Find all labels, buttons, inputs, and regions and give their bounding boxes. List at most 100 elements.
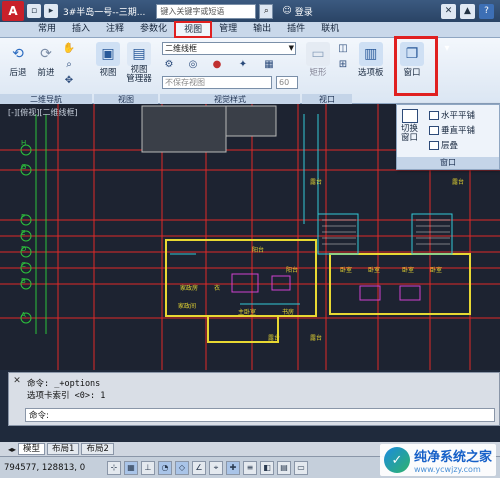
pan-icon[interactable]: ✋ (62, 42, 76, 56)
svg-text:主卧室: 主卧室 (238, 308, 256, 316)
otrack-icon[interactable]: ∠ (192, 460, 206, 475)
dyn-icon[interactable]: ✚ (226, 460, 240, 475)
tab-layout1[interactable]: 布局1 (47, 443, 80, 455)
tab-scroll-icon[interactable]: ◂▸ (8, 445, 16, 454)
cascade-label: 层叠 (441, 141, 459, 151)
tab-output[interactable]: 输出 (245, 22, 279, 37)
view-manager-button[interactable]: ▤ 视图 管理器 (124, 42, 154, 84)
unsaved-view-value: 不保存视图 (165, 78, 205, 87)
watermark-url: www.ycwjzy.com (413, 465, 481, 474)
switch-window-icon (401, 109, 418, 123)
osnap-icon[interactable]: ◇ (175, 460, 189, 475)
rectangle-viewport-button[interactable]: ▭ 矩形 (306, 42, 330, 78)
axis-label-b: B (21, 277, 26, 285)
search-icon[interactable]: ⌕ (259, 3, 274, 19)
tab-home[interactable]: 常用 (30, 22, 64, 37)
watermark-logo-icon: ✓ (383, 447, 410, 473)
ortho-icon[interactable]: ⊥ (141, 460, 155, 475)
tile-horizontal-icon (429, 110, 439, 120)
snap-icon[interactable]: ⊹ (107, 460, 121, 475)
orbit-icon[interactable]: ✥ (62, 74, 76, 88)
shadow-icon[interactable]: ◎ (186, 58, 200, 72)
svg-text:卧室: 卧室 (402, 266, 414, 274)
exchange-icon[interactable]: ✕ (441, 3, 456, 19)
viewport-clip-icon[interactable]: ◫ (336, 42, 350, 56)
switch-window-button[interactable]: 切换 窗口 (401, 109, 418, 143)
window-button-highlight (394, 36, 438, 96)
tile-vertical-icon (429, 125, 439, 135)
login-button[interactable]: ☺ 登录 (282, 5, 312, 18)
unsaved-view-combo[interactable]: 不保存视图 (162, 76, 272, 89)
axis-label-g: G (21, 163, 27, 171)
tab-annotate[interactable]: 注释 (98, 22, 132, 37)
rectangle-label: 矩形 (309, 68, 327, 78)
svg-text:阳台: 阳台 (252, 246, 264, 254)
quick-props-icon[interactable]: ▤ (277, 460, 291, 475)
document-title: 3#半岛一号--三期... (63, 7, 146, 18)
ribbon-overflow-icon[interactable]: ▾ (440, 42, 454, 56)
close-icon[interactable]: ✕ (12, 376, 22, 386)
command-input[interactable]: 命令: (25, 408, 495, 422)
edge-icon[interactable]: ▦ (262, 58, 276, 72)
transparency-icon[interactable]: ◧ (260, 460, 274, 475)
svg-text:家政房: 家政房 (180, 284, 198, 292)
open-file-icon[interactable]: ▸ (44, 4, 58, 18)
search-input[interactable]: 键入关键字或短语 (156, 3, 257, 19)
light-icon[interactable]: ✦ (236, 58, 250, 72)
tab-insert[interactable]: 插入 (64, 22, 98, 37)
new-file-icon[interactable]: ▫ (27, 4, 41, 18)
svg-text:卧室: 卧室 (340, 266, 352, 274)
command-history-line: 命令: _+options (27, 379, 101, 389)
viewport-title[interactable]: [-][俯视][二维线框] (8, 107, 78, 118)
back-icon: ⟲ (12, 46, 24, 62)
watermark-title: 纯净系统之家 (413, 450, 492, 465)
forward-button[interactable]: ⟳ 前进 (34, 42, 58, 78)
view-manager-label: 视图 管理器 (126, 65, 152, 84)
ducs-icon[interactable]: ⌖ (209, 460, 223, 475)
zoom-icon[interactable]: ⌕ (62, 58, 76, 72)
tab-view[interactable]: 视图 (174, 21, 213, 38)
axis-label-e: E (21, 229, 26, 237)
viewport-join-icon[interactable]: ⊞ (336, 58, 350, 72)
chevron-down-icon: ▼ (288, 44, 294, 52)
view-label: 视图 (99, 68, 117, 78)
svg-text:家政间: 家政间 (178, 302, 196, 310)
forward-label: 前进 (37, 68, 55, 78)
tab-parametric[interactable]: 参数化 (132, 22, 175, 37)
tile-vertical-label: 垂直平铺 (441, 126, 476, 136)
tile-horizontal-button[interactable]: 水平平铺 (429, 109, 475, 121)
tab-layout2[interactable]: 布局2 (81, 443, 114, 455)
axis-label-a: A (21, 311, 26, 319)
lineweight-icon[interactable]: ≡ (243, 460, 257, 475)
title-bar: A ▫ ▸ 3#半岛一号--三期... 键入关键字或短语 ⌕ ☺ 登录 ✕ ▲ … (0, 0, 500, 22)
gear-icon[interactable]: ⚙ (162, 58, 176, 72)
triangle-icon[interactable]: ▲ (460, 3, 475, 19)
svg-text:露台: 露台 (310, 178, 322, 186)
cascade-button[interactable]: 层叠 (429, 139, 458, 151)
visual-style-value: 二维线框 (165, 44, 197, 53)
window-dropdown: 切换 窗口 水平平铺 垂直平铺 层叠 窗口 (396, 104, 500, 170)
help-icon[interactable]: ? (479, 3, 494, 19)
axis-label-f: F (21, 213, 26, 221)
grid-icon[interactable]: ▦ (124, 460, 138, 475)
zoom-value-field[interactable]: 60 (276, 76, 298, 89)
polar-icon[interactable]: ◔ (158, 460, 172, 475)
tab-model[interactable]: 模型 (18, 443, 46, 455)
palettes-button[interactable]: ▥ 选项板 (358, 42, 384, 78)
switch-window-label: 切换 窗口 (401, 124, 419, 143)
model-space-icon[interactable]: ▭ (294, 460, 308, 475)
visual-style-combo[interactable]: 二维线框 ▼ (162, 42, 296, 55)
tab-online[interactable]: 联机 (313, 22, 347, 37)
svg-text:露台: 露台 (268, 334, 280, 342)
tile-horizontal-label: 水平平铺 (441, 111, 476, 121)
material-icon[interactable]: ● (210, 58, 224, 72)
tile-vertical-button[interactable]: 垂直平铺 (429, 124, 475, 136)
tab-plugins[interactable]: 插件 (279, 22, 313, 37)
tab-manage[interactable]: 管理 (211, 22, 245, 37)
view-button[interactable]: ▣ 视图 (96, 42, 120, 78)
rectangle-icon: ▭ (306, 42, 330, 66)
app-menu-button[interactable]: A (2, 1, 24, 21)
view-manager-icon: ▤ (127, 42, 151, 66)
back-button[interactable]: ⟲ 后退 (6, 42, 30, 78)
palettes-label: 选项板 (358, 68, 384, 78)
